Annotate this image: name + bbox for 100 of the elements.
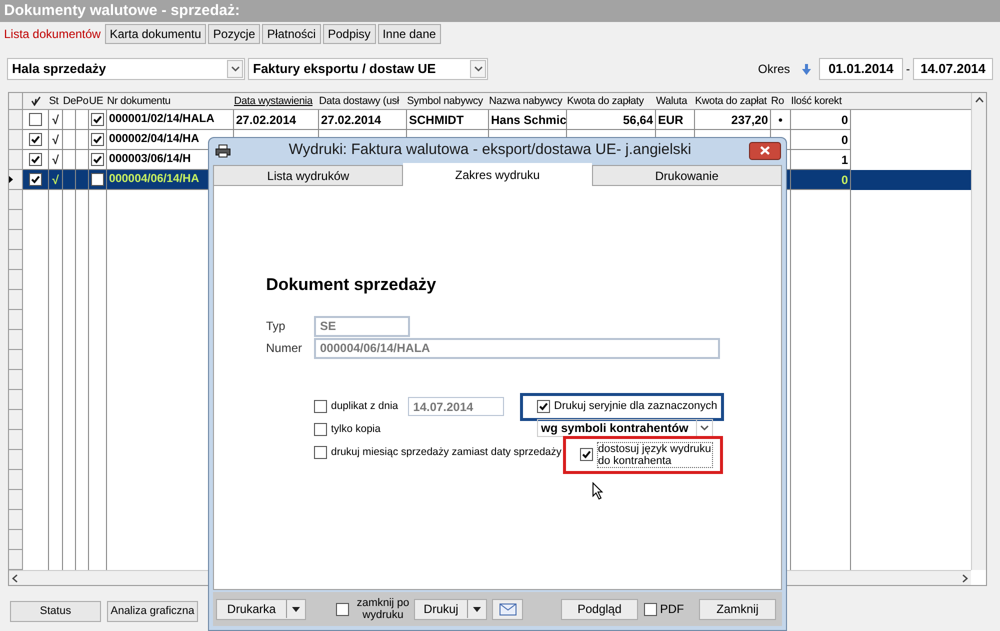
table-cell-text: 237,20: [731, 112, 768, 128]
table-row[interactable]: √ 000001/02/14/HALA 27.02.2014 27.02.2014 SCHMIDT Hans Schmic 56,64 EUR 237,20 • 0: [9, 110, 971, 130]
checkbox[interactable]: [336, 602, 349, 616]
column-header[interactable]: Data wystawienia: [234, 95, 313, 107]
column-header[interactable]: De: [63, 95, 76, 107]
button[interactable]: Analiza graficzna: [107, 601, 198, 622]
email-button[interactable]: [492, 598, 523, 620]
status-mark: √: [52, 172, 59, 188]
checkbox[interactable]: [91, 133, 104, 146]
column-header[interactable]: Po: [76, 95, 88, 107]
dropdown-caret-icon[interactable]: [227, 60, 243, 78]
checkbox[interactable]: [314, 400, 327, 413]
section-title: Dokument sprzedaży: [266, 274, 438, 296]
tab[interactable]: Pozycje: [208, 24, 260, 44]
column-header[interactable]: Kwota do zapłat: [695, 95, 767, 107]
column-header[interactable]: Ro: [771, 95, 784, 107]
button[interactable]: Status: [10, 601, 101, 622]
checkbox[interactable]: [91, 153, 104, 166]
column-header[interactable]: UE: [89, 95, 104, 107]
table-cell-text: 000004/06/14/HA: [109, 172, 200, 187]
column-header[interactable]: Nazwa nabywcy: [489, 95, 562, 107]
table-cell-text: SCHMIDT: [409, 112, 464, 128]
duplicate-date-field[interactable]: 14.07.2014: [408, 397, 504, 416]
date-to-field[interactable]: 14.07.2014: [913, 58, 993, 80]
type-field[interactable]: SE: [314, 316, 410, 336]
down-arrow-icon[interactable]: [802, 64, 811, 74]
checkbox[interactable]: [91, 113, 104, 126]
checkbox-label: Drukuj seryjnie dla zaznaczonych: [554, 399, 718, 414]
field-label: Numer: [266, 340, 304, 357]
table-cell-text: 0: [841, 132, 848, 148]
table-cell-text: 0: [841, 172, 848, 188]
tab[interactable]: Drukowanie: [592, 165, 782, 186]
column-header[interactable]: Ilość korekt: [791, 95, 842, 107]
table-cell-text: 000001/02/14/HALA: [109, 112, 214, 127]
tab[interactable]: Podpisy: [322, 24, 376, 44]
close-button[interactable]: [749, 142, 781, 160]
table-cell-text: 0: [841, 112, 848, 128]
table-cell-text: 27.02.2014: [321, 112, 382, 128]
column-header[interactable]: St: [49, 95, 59, 107]
field-label: Typ: [266, 318, 286, 335]
table-cell-text: 27.02.2014: [236, 112, 296, 128]
tab[interactable]: Płatności: [262, 24, 321, 44]
table-cell-text: EUR: [658, 112, 684, 128]
printer-icon: [215, 144, 231, 158]
table-cell-text: 1: [841, 152, 848, 168]
tab[interactable]: Lista dokumentów: [2, 24, 103, 44]
tab[interactable]: Zakres wydruku: [403, 163, 592, 186]
table-cell-text: 000003/06/14/H: [109, 152, 191, 167]
status-mark: √: [52, 112, 59, 128]
close-dialog-button[interactable]: Zamknij: [699, 598, 776, 620]
window-title: Dokumenty walutowe - sprzedaż:: [0, 0, 1000, 22]
row-header[interactable]: [9, 170, 23, 190]
column-header[interactable]: Kwota do zapłaty: [567, 95, 644, 107]
checkbox[interactable]: [29, 133, 42, 146]
printer-button[interactable]: Drukarka: [216, 598, 306, 620]
number-field[interactable]: 000004/06/14/HALA: [314, 338, 720, 358]
envelope-icon[interactable]: [498, 602, 516, 616]
document-type-dropdown[interactable]: Faktury eksportu / dostaw UE: [248, 58, 488, 80]
check-column-icon[interactable]: [31, 96, 41, 106]
serial-mode-dropdown[interactable]: wg symboli kontrahentów: [537, 418, 713, 436]
date-from-field[interactable]: 01.01.2014: [819, 58, 903, 80]
date-separator: -: [905, 61, 911, 78]
print-button[interactable]: Drukuj: [414, 598, 487, 620]
checkbox[interactable]: [29, 173, 42, 186]
checkbox-label: tylko kopia: [331, 422, 381, 437]
dropdown-caret-icon[interactable]: [470, 60, 486, 78]
checkbox[interactable]: [29, 153, 42, 166]
dialog-title: Wydruki: Faktura walutowa - eksport/dostawa UE- j.angielski: [288, 140, 692, 160]
checkbox-label: PDF: [660, 601, 684, 618]
period-label: Okres: [758, 61, 790, 78]
table-cell-text: Hans Schmic: [491, 112, 566, 128]
checkbox[interactable]: [314, 446, 327, 459]
tab[interactable]: Lista wydruków: [213, 165, 404, 186]
column-header[interactable]: Nr dokumentu: [107, 95, 171, 107]
checkbox-label: drukuj miesiąc sprzedaży zamiast daty sprzedaży: [331, 444, 562, 460]
checkbox[interactable]: [91, 173, 104, 186]
column-header[interactable]: Symbol nabywcy: [407, 95, 483, 107]
checkbox-label: dostosuj język wydruku do kontrahenta: [597, 442, 713, 468]
checkbox[interactable]: [644, 602, 657, 616]
status-mark: √: [52, 152, 59, 168]
tab[interactable]: Inne dane: [378, 24, 441, 44]
preview-button[interactable]: Podgląd: [561, 598, 638, 620]
close-icon[interactable]: [760, 146, 770, 155]
table-cell-text: •: [778, 112, 783, 128]
checkbox[interactable]: [537, 400, 550, 413]
table-cell-text: 000002/04/14/HA: [109, 132, 200, 147]
checkbox[interactable]: [314, 423, 327, 436]
mouse-cursor-icon: [592, 482, 604, 500]
checkbox-label: zamknij po wydruku: [356, 597, 410, 621]
tab[interactable]: Karta dokumentu: [104, 24, 206, 44]
status-mark: √: [52, 132, 59, 148]
unit-dropdown[interactable]: Hala sprzedaży: [7, 58, 245, 80]
checkbox[interactable]: [580, 448, 593, 460]
column-header[interactable]: Waluta: [656, 95, 688, 107]
checkbox-label: duplikat z dnia: [331, 398, 398, 414]
vertical-scrollbar[interactable]: [971, 93, 986, 570]
checkbox[interactable]: [29, 113, 42, 126]
row-pointer-icon: [9, 176, 13, 183]
table-cell-text: 56,64: [622, 112, 653, 128]
column-header[interactable]: Data dostawy (usł: [319, 95, 400, 107]
